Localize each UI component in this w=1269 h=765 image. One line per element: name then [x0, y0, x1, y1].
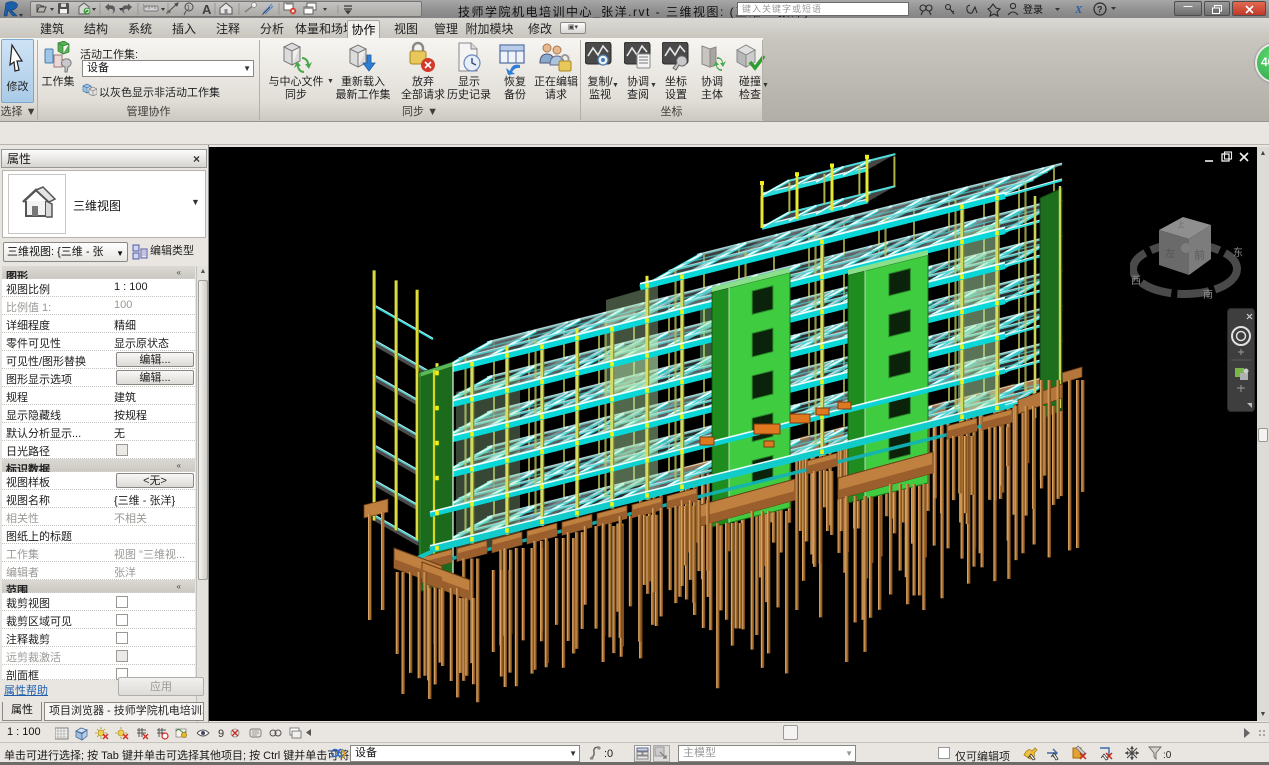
svg-text:?: ?	[1097, 5, 1103, 15]
svg-text:上: 上	[1177, 220, 1185, 229]
svg-text:东: 东	[1233, 246, 1243, 259]
svg-text:登录: 登录	[1023, 3, 1043, 16]
svg-text:左: 左	[1165, 247, 1175, 260]
svg-text:前: 前	[1194, 248, 1205, 262]
svg-text:西: 西	[1131, 276, 1141, 287]
svg-text:9: 9	[218, 728, 224, 740]
svg-text:南: 南	[1203, 288, 1213, 301]
svg-text:A: A	[202, 2, 212, 17]
svg-text:X: X	[1075, 4, 1083, 16]
